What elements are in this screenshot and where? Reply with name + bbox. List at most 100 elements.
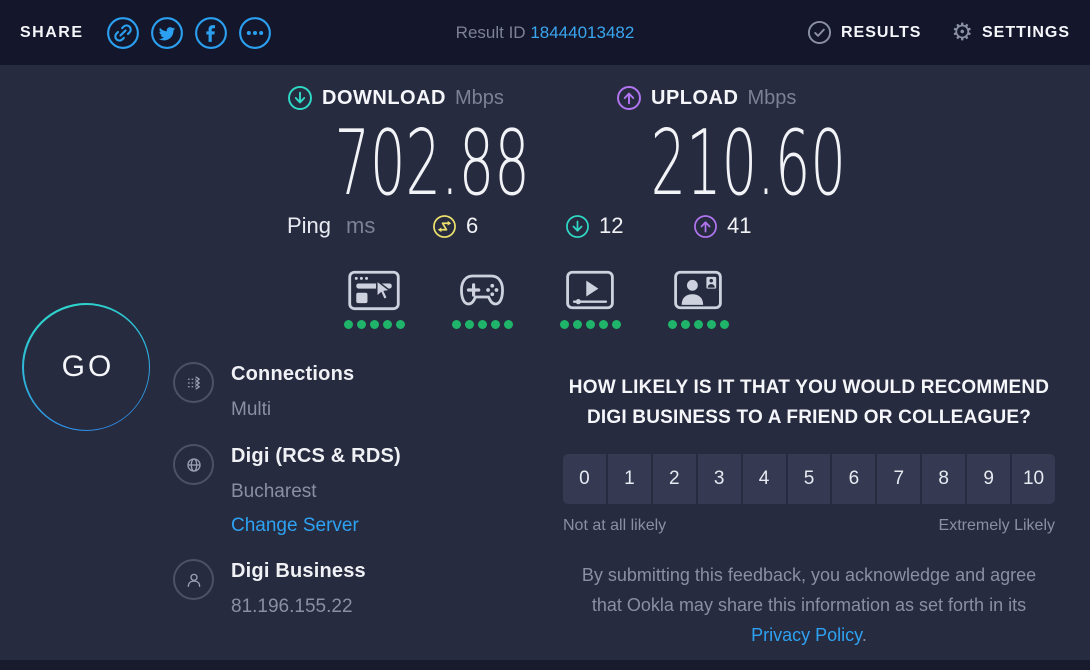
- link-icon: [106, 16, 139, 49]
- rating-dot: [693, 320, 703, 329]
- facebook-icon: [194, 16, 227, 49]
- survey-question-line2: DIGI BUSINESS TO A FRIEND OR COLLEAGUE?: [586, 407, 1032, 428]
- gear-icon: ⚙: [951, 18, 973, 46]
- nps-score-button[interactable]: 5: [787, 454, 831, 504]
- nps-score-button[interactable]: 0: [563, 454, 606, 504]
- streaming-rating-dots: [559, 320, 621, 329]
- main-area: DOWNLOAD Mbps 702.88 UPLOAD Mbps 210.60 …: [0, 65, 1090, 660]
- rating-dot: [611, 320, 621, 329]
- upload-arrow-icon: [617, 86, 641, 110]
- download-arrow-icon: [288, 86, 312, 110]
- upload-arrow-icon: [694, 214, 717, 238]
- ping-download-group: 12: [565, 213, 623, 239]
- ping-unit: ms: [346, 213, 376, 238]
- disclaimer-text-before: By submitting this feedback, you acknowl…: [581, 565, 1037, 615]
- result-id: Result ID 18444013482: [456, 23, 635, 43]
- streaming-icon: [566, 270, 614, 310]
- rating-dot: [719, 320, 729, 329]
- rating-dot: [559, 320, 569, 329]
- share-facebook-button[interactable]: [194, 16, 228, 50]
- share-link-button[interactable]: [106, 16, 140, 50]
- ping-download-value: 12: [599, 213, 624, 238]
- survey-disclaimer: By submitting this feedback, you acknowl…: [568, 560, 1050, 650]
- nps-score-button[interactable]: 4: [742, 454, 786, 504]
- ping-row: Ping ms 6 12 41: [287, 213, 807, 245]
- video-chat-rating-dots: [667, 320, 729, 329]
- download-value: 702.88: [334, 111, 530, 216]
- header-bar: SHARE Result ID 18444013482 RESULTS ⚙ SE…: [0, 0, 1090, 65]
- speedtest-result-page: SHARE Result ID 18444013482 RESULTS ⚙ SE…: [0, 0, 1090, 670]
- share-group: SHARE: [20, 16, 272, 50]
- upload-value: 210.60: [650, 111, 846, 216]
- nps-score-button[interactable]: 7: [877, 454, 921, 504]
- gaming-rating-dots: [451, 320, 513, 329]
- download-label: DOWNLOAD: [322, 86, 446, 109]
- connections-icon: [173, 362, 214, 403]
- activity-gaming: [447, 267, 517, 329]
- survey-question-line1: HOW LIKELY IS IT THAT YOU WOULD RECOMMEN…: [568, 377, 1050, 398]
- activity-streaming: [555, 267, 625, 329]
- ping-upload-group: 41: [693, 213, 751, 239]
- download-arrow-icon: [566, 214, 589, 238]
- nps-score-button[interactable]: 9: [967, 454, 1011, 504]
- rating-dot: [680, 320, 690, 329]
- connections-value: Multi: [231, 399, 272, 420]
- rating-dot: [395, 320, 405, 329]
- rating-dot: [667, 320, 677, 329]
- nps-max-label: Extremely Likely: [938, 517, 1055, 534]
- nps-score-button[interactable]: 2: [652, 454, 696, 504]
- result-id-value[interactable]: 18444013482: [530, 23, 634, 42]
- rating-dot: [706, 320, 716, 329]
- upload-label: UPLOAD: [651, 86, 739, 109]
- share-more-button[interactable]: [238, 16, 272, 50]
- browsing-icon: [348, 270, 400, 311]
- rating-dot: [477, 320, 487, 329]
- rating-dot: [451, 320, 461, 329]
- isp-info: Digi Business 81.196.155.22: [173, 559, 366, 618]
- nps-min-label: Not at all likely: [563, 517, 667, 534]
- nps-scale: 0 1 2 3 4 5 6 7 8 9 10: [563, 454, 1055, 504]
- browsing-rating-dots: [343, 320, 405, 329]
- footer-strip: [0, 660, 1090, 670]
- globe-icon: [173, 444, 214, 485]
- change-server-link[interactable]: Change Server: [231, 515, 401, 537]
- server-name: Digi (RCS & RDS): [231, 445, 401, 467]
- isp-ip-address: 81.196.155.22: [231, 596, 353, 617]
- nps-survey: HOW LIKELY IS IT THAT YOU WOULD RECOMMEN…: [563, 373, 1055, 650]
- go-button[interactable]: GO: [22, 303, 150, 431]
- isp-name: Digi Business: [231, 560, 366, 582]
- upload-unit: Mbps: [747, 86, 797, 109]
- activity-ratings: [339, 267, 733, 329]
- download-result: DOWNLOAD Mbps 702.88: [287, 85, 537, 209]
- twitter-icon: [150, 16, 183, 49]
- results-nav-button[interactable]: RESULTS: [807, 20, 921, 45]
- rating-dot: [503, 320, 513, 329]
- rating-dot: [369, 320, 379, 329]
- header-nav: RESULTS ⚙ SETTINGS: [807, 20, 1070, 45]
- connections-info: Connections Multi: [173, 362, 354, 421]
- video-chat-icon: [674, 270, 722, 310]
- activity-video-chat: [663, 267, 733, 329]
- nps-score-button[interactable]: 6: [832, 454, 876, 504]
- rating-dot: [464, 320, 474, 329]
- download-unit: Mbps: [454, 86, 504, 109]
- idle-latency-icon: [433, 214, 456, 238]
- privacy-policy-link[interactable]: Privacy Policy: [751, 625, 862, 645]
- nps-score-button[interactable]: 1: [607, 454, 651, 504]
- ping-idle-value: 6: [466, 213, 479, 238]
- rating-dot: [585, 320, 595, 329]
- rating-dot: [356, 320, 366, 329]
- server-info: Digi (RCS & RDS) Bucharest Change Server: [173, 444, 401, 537]
- rating-dot: [572, 320, 582, 329]
- nps-score-button[interactable]: 8: [922, 454, 966, 504]
- results-label: RESULTS: [840, 23, 922, 41]
- settings-nav-button[interactable]: ⚙ SETTINGS: [951, 18, 1070, 46]
- nps-score-button[interactable]: 3: [697, 454, 741, 504]
- connections-title: Connections: [231, 363, 355, 385]
- server-location: Bucharest: [231, 481, 317, 502]
- gaming-icon: [460, 274, 504, 306]
- upload-result: UPLOAD Mbps 210.60: [616, 85, 846, 216]
- share-twitter-button[interactable]: [150, 16, 184, 50]
- rating-dot: [343, 320, 353, 329]
- nps-score-button[interactable]: 10: [1012, 454, 1055, 504]
